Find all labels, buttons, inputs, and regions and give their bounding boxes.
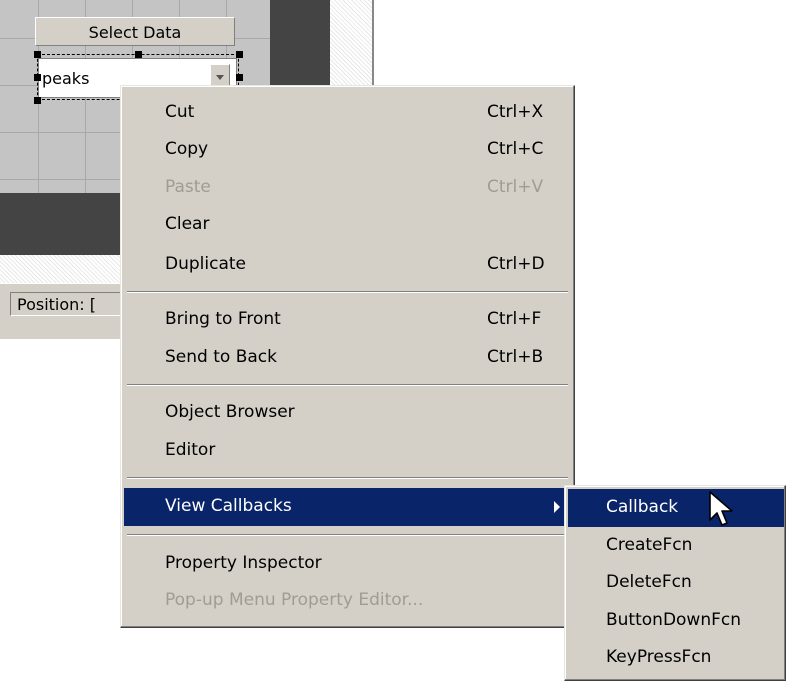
context-menu: Cut Ctrl+X Copy Ctrl+C Paste Ctrl+V Clea… xyxy=(120,85,575,628)
menu-separator xyxy=(127,534,568,536)
menu-item-send-to-back[interactable]: Send to Back Ctrl+B xyxy=(124,339,571,377)
submenu-item-label: ButtonDownFcn xyxy=(606,610,742,630)
submenu-item-createfcn[interactable]: CreateFcn xyxy=(568,527,784,565)
submenu-item-deletefcn[interactable]: DeleteFcn xyxy=(568,564,784,602)
menu-item-view-callbacks[interactable]: View Callbacks xyxy=(124,488,571,526)
menu-item-shortcut: Ctrl+C xyxy=(487,139,544,159)
menu-item-clear[interactable]: Clear xyxy=(124,206,571,244)
menu-item-label: Cut xyxy=(165,102,195,122)
menu-separator xyxy=(127,477,568,479)
menu-item-label: Object Browser xyxy=(165,402,295,422)
menu-separator xyxy=(127,384,568,386)
menu-item-shortcut: Ctrl+X xyxy=(487,102,544,122)
submenu-item-callback[interactable]: Callback xyxy=(568,489,784,527)
menu-item-label: View Callbacks xyxy=(165,496,292,516)
submenu-item-label: CreateFcn xyxy=(606,535,693,555)
menu-item-label: Paste xyxy=(165,177,211,197)
menu-item-shortcut: Ctrl+B xyxy=(487,347,544,367)
submenu-item-buttondownfcn[interactable]: ButtonDownFcn xyxy=(568,602,784,640)
view-callbacks-submenu: Callback CreateFcn DeleteFcn ButtonDownF… xyxy=(564,485,786,681)
menu-item-object-browser[interactable]: Object Browser xyxy=(124,394,571,432)
menu-separator xyxy=(127,291,568,293)
menu-item-shortcut: Ctrl+D xyxy=(487,254,545,274)
selection-handle[interactable] xyxy=(34,51,41,58)
menu-item-label: Duplicate xyxy=(165,254,246,274)
menu-item-bring-to-front[interactable]: Bring to Front Ctrl+F xyxy=(124,301,571,339)
menu-item-popup-menu-property-editor: Pop-up Menu Property Editor... xyxy=(124,582,571,620)
selection-handle[interactable] xyxy=(236,74,243,81)
menu-item-label: Copy xyxy=(165,139,209,159)
select-data-button[interactable]: Select Data xyxy=(35,17,235,46)
menu-item-shortcut: Ctrl+V xyxy=(487,177,544,197)
submenu-item-label: DeleteFcn xyxy=(606,572,692,592)
menu-item-label: Bring to Front xyxy=(165,309,281,329)
submenu-item-keypressfcn[interactable]: KeyPressFcn xyxy=(568,639,784,677)
selection-handle[interactable] xyxy=(236,51,243,58)
submenu-arrow-icon xyxy=(554,501,560,513)
selection-handle[interactable] xyxy=(34,97,41,104)
menu-item-copy[interactable]: Copy Ctrl+C xyxy=(124,131,571,169)
menu-item-shortcut: Ctrl+F xyxy=(487,309,542,329)
menu-item-paste: Paste Ctrl+V xyxy=(124,169,571,207)
menu-item-label: Editor xyxy=(165,440,216,460)
menu-item-cut[interactable]: Cut Ctrl+X xyxy=(124,94,571,132)
selection-handle[interactable] xyxy=(135,51,142,58)
menu-item-editor[interactable]: Editor xyxy=(124,432,571,470)
menu-item-label: Pop-up Menu Property Editor... xyxy=(165,590,424,610)
selection-handle[interactable] xyxy=(34,74,41,81)
submenu-item-label: Callback xyxy=(606,497,679,517)
menu-item-property-inspector[interactable]: Property Inspector xyxy=(124,545,571,583)
menu-item-duplicate[interactable]: Duplicate Ctrl+D xyxy=(124,246,571,284)
mouse-pointer-icon xyxy=(709,491,733,526)
menu-item-label: Property Inspector xyxy=(165,553,322,573)
submenu-item-label: KeyPressFcn xyxy=(606,647,712,667)
menu-item-label: Clear xyxy=(165,214,210,234)
menu-item-label: Send to Back xyxy=(165,347,277,367)
